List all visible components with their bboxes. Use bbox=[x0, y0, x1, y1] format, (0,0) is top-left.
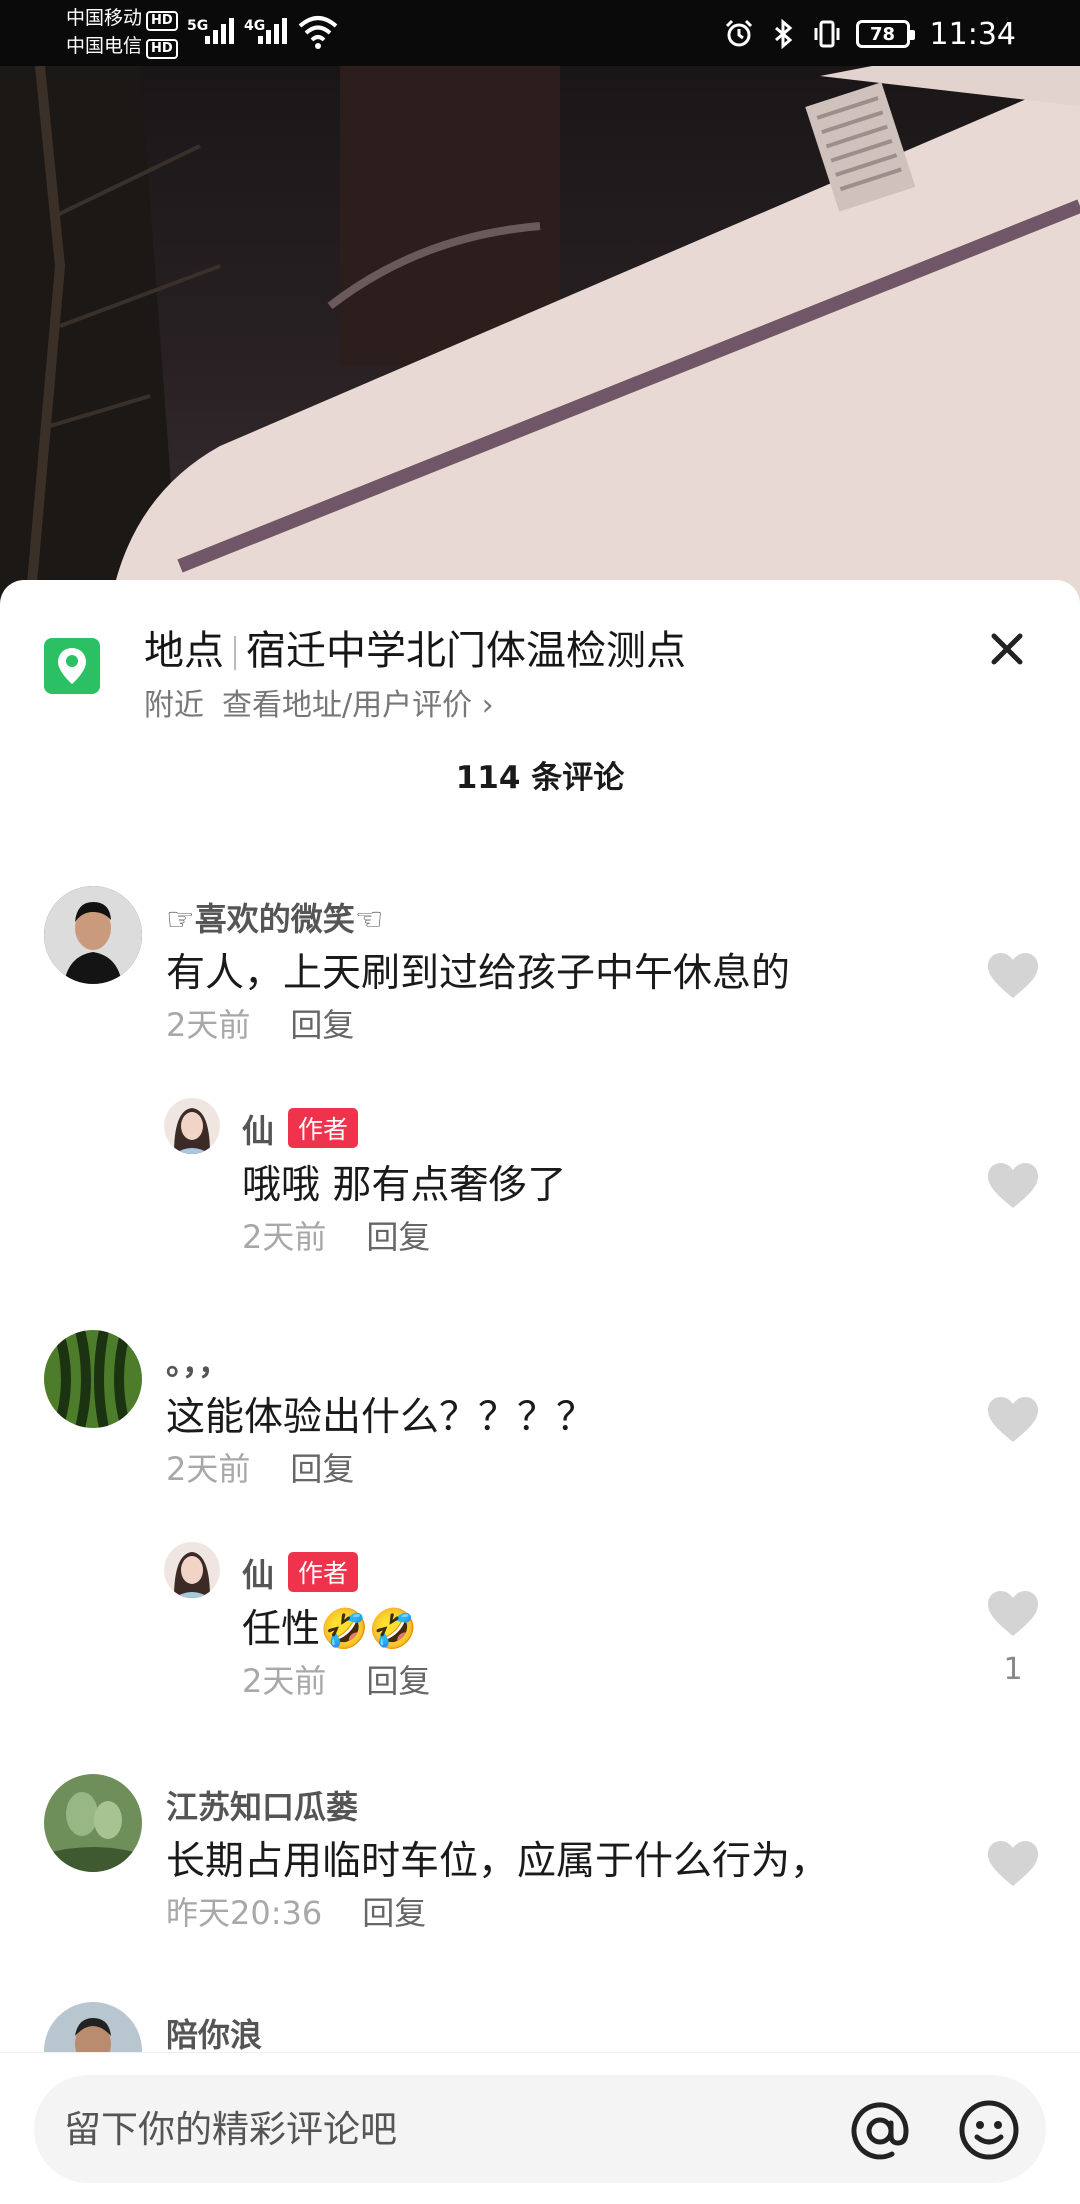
man-portrait-icon bbox=[44, 886, 142, 984]
user-avatar[interactable] bbox=[44, 886, 142, 984]
view-address-link[interactable]: 查看地址/用户评价 › bbox=[222, 688, 494, 723]
comment-username[interactable]: 。，， bbox=[166, 1338, 230, 1384]
reply-button[interactable]: 回复 bbox=[290, 1450, 354, 1488]
reply-text: 任性🤣🤣 bbox=[242, 1607, 418, 1652]
carrier-1: 中国移动 HD bbox=[66, 6, 178, 31]
comment-meta: 2天前 回复 bbox=[166, 1000, 354, 1046]
status-bar: 中国移动 HD 中国电信 HD 5G 4G 78 11:34 bbox=[0, 0, 1080, 66]
hd-badge: HD bbox=[146, 39, 178, 59]
comment-input-bar bbox=[0, 2052, 1080, 2204]
comments-sheet: 地点 宿迁中学北门体温检测点 附近 查看地址/用户评价 › 114 条评论 ☞喜欢的… bbox=[0, 580, 1080, 2204]
battery-level: 78 bbox=[870, 23, 896, 45]
nearby-label: 附近 bbox=[144, 688, 204, 723]
comment-count: 114 条评论 bbox=[455, 760, 625, 796]
carrier-2: 中国电信 HD bbox=[66, 34, 178, 59]
location-subtitle: 附近 查看地址/用户评价 › bbox=[144, 680, 494, 724]
comment-input[interactable] bbox=[64, 2095, 844, 2163]
reply-meta: 2天前 回复 bbox=[242, 1212, 430, 1258]
reply-username[interactable]: 仙作者 bbox=[242, 1106, 359, 1152]
like-heart-icon[interactable] bbox=[986, 1840, 1040, 1888]
wifi-icon bbox=[298, 16, 338, 49]
reply-time: 2天前 bbox=[242, 1662, 327, 1700]
user-avatar[interactable] bbox=[44, 1330, 142, 1428]
video-background bbox=[0, 66, 1080, 606]
location-label: 地点 bbox=[144, 628, 224, 674]
watermelon-icon bbox=[44, 1330, 142, 1428]
status-right: 78 11:34 bbox=[724, 14, 1016, 54]
location-name: 宿迁中学北门体温检测点 bbox=[246, 628, 686, 674]
close-icon[interactable] bbox=[982, 624, 1032, 674]
woman-portrait-icon bbox=[164, 1542, 220, 1598]
username-text: 仙 bbox=[242, 1112, 275, 1150]
signal-bars-icon bbox=[258, 16, 292, 44]
reply-button[interactable]: 回复 bbox=[366, 1662, 430, 1700]
location-header[interactable]: 地点 宿迁中学北门体温检测点 bbox=[144, 618, 686, 676]
user-avatar[interactable] bbox=[164, 1098, 220, 1154]
divider bbox=[234, 636, 236, 670]
author-badge: 作者 bbox=[288, 1552, 359, 1592]
author-badge: 作者 bbox=[288, 1108, 359, 1148]
user-avatar[interactable] bbox=[164, 1542, 220, 1598]
comment-input-container bbox=[34, 2075, 1046, 2183]
like-count: 1 bbox=[1003, 1652, 1023, 1687]
comment-text: 有人，上天刷到过给孩子中午休息的 bbox=[166, 951, 791, 996]
reply-meta: 2天前 回复 bbox=[242, 1656, 430, 1702]
woman-portrait-icon bbox=[164, 1098, 220, 1154]
comment-username[interactable]: 陪你浪 bbox=[166, 2010, 262, 2056]
mention-at-icon[interactable] bbox=[850, 2101, 910, 2161]
alarm-icon bbox=[725, 19, 752, 47]
comment-time: 昨天20:36 bbox=[166, 1894, 323, 1932]
signal-bars-icon bbox=[205, 16, 239, 44]
vibrate-icon bbox=[814, 20, 840, 48]
comment-time: 2天前 bbox=[166, 1006, 251, 1044]
camper-van-image bbox=[0, 66, 1080, 606]
comment-text: 长期占用临时车位，应属于什么行为， bbox=[166, 1839, 830, 1884]
reply-text: 哦哦 那有点奢侈了 bbox=[242, 1163, 567, 1208]
comment-meta: 昨天20:36 回复 bbox=[166, 1888, 426, 1934]
clock: 11:34 bbox=[929, 16, 1016, 52]
comment-username[interactable]: 江苏知口瓜蒌 bbox=[166, 1782, 358, 1828]
comment-username[interactable]: ☞喜欢的微笑☜ bbox=[166, 894, 383, 940]
like-heart-icon[interactable] bbox=[986, 1396, 1040, 1444]
reply-username[interactable]: 仙作者 bbox=[242, 1550, 359, 1596]
battery-indicator: 78 bbox=[855, 20, 915, 48]
like-heart-icon[interactable] bbox=[986, 1162, 1040, 1210]
map-marker-icon bbox=[58, 648, 86, 684]
reply-button[interactable]: 回复 bbox=[290, 1006, 354, 1044]
reply-time: 2天前 bbox=[242, 1218, 327, 1256]
like-heart-icon[interactable] bbox=[986, 1590, 1040, 1638]
carrier-2-name: 中国电信 bbox=[66, 35, 143, 57]
location-pin-icon[interactable] bbox=[44, 638, 100, 694]
reply-button[interactable]: 回复 bbox=[366, 1218, 430, 1256]
username-text: 仙 bbox=[242, 1556, 275, 1594]
hd-badge: HD bbox=[146, 11, 178, 31]
user-avatar[interactable] bbox=[44, 1774, 142, 1872]
carrier-1-name: 中国移动 bbox=[66, 7, 143, 29]
bluetooth-icon bbox=[774, 19, 792, 49]
like-heart-icon[interactable] bbox=[986, 952, 1040, 1000]
melon-plant-icon bbox=[44, 1774, 142, 1872]
comment-text: 这能体验出什么？？？？ bbox=[166, 1395, 596, 1440]
comment-time: 2天前 bbox=[166, 1450, 251, 1488]
emoji-icon[interactable] bbox=[958, 2099, 1020, 2161]
comment-meta: 2天前 回复 bbox=[166, 1444, 354, 1490]
reply-button[interactable]: 回复 bbox=[362, 1894, 426, 1932]
